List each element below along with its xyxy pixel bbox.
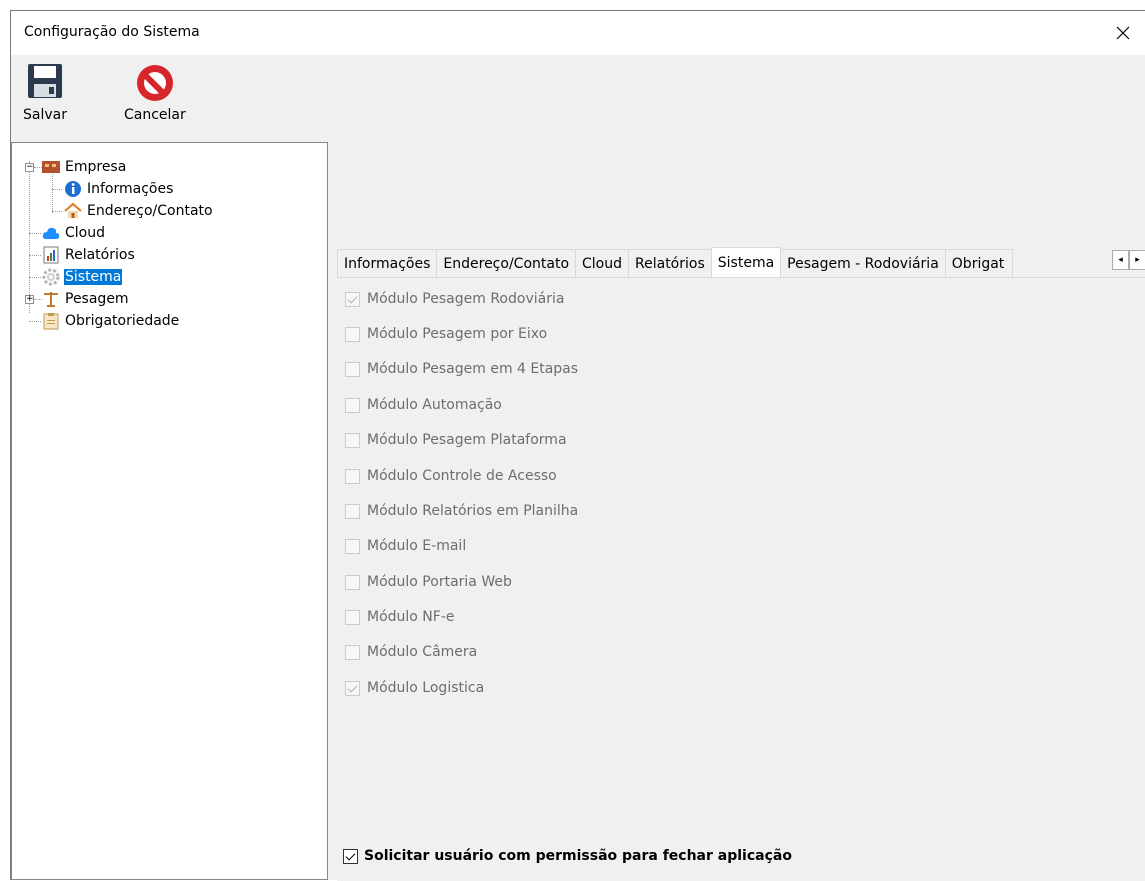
checkbox-box [345, 291, 360, 307]
checkbox-box [345, 609, 360, 625]
tab-scroll-buttons: ◂ ▸ [1112, 250, 1145, 270]
module-checkbox[interactable]: Módulo NF-e [345, 607, 455, 627]
tree-line [34, 167, 42, 168]
tree-item-cloud[interactable]: Cloud [42, 222, 106, 244]
module-checkbox[interactable]: Módulo Pesagem por Eixo [345, 324, 547, 344]
tree-line [29, 255, 41, 256]
checkbox-box [345, 680, 360, 696]
module-checkbox[interactable]: Módulo Câmera [345, 642, 477, 662]
checkbox-box [343, 848, 358, 864]
close-button[interactable] [1100, 11, 1145, 55]
module-checkbox[interactable]: Módulo Pesagem Plataforma [345, 430, 567, 450]
tab-scroll-left-button[interactable]: ◂ [1112, 250, 1129, 270]
checkbox-box [345, 644, 360, 660]
checkbox-box [345, 574, 360, 590]
scale-icon [42, 290, 60, 308]
gear-icon [42, 268, 60, 286]
checkbox-box [345, 326, 360, 342]
module-checkbox[interactable]: Módulo Automação [345, 395, 502, 415]
cloud-icon [42, 224, 60, 242]
clipboard-icon [42, 312, 60, 330]
tree-item-sistema[interactable]: Sistema [42, 266, 123, 288]
tree-item-obrigatoriedade[interactable]: Obrigatoriedade [42, 310, 180, 332]
toolbar: Salvar Cancelar [11, 55, 1145, 143]
sistema-tab-content: Módulo Pesagem Rodoviária Módulo Pesagem… [337, 277, 1145, 881]
module-checkbox[interactable]: Módulo Pesagem em 4 Etapas [345, 359, 578, 379]
tab-pesagem-rodoviaria[interactable]: Pesagem - Rodoviária [780, 249, 946, 277]
checkbox-box [345, 503, 360, 519]
save-label: Salvar [23, 107, 67, 123]
cancel-button[interactable]: Cancelar [124, 63, 186, 123]
tree-line [29, 277, 41, 278]
tree-line [34, 299, 42, 300]
save-button[interactable]: Salvar [23, 63, 67, 123]
tab-informacoes[interactable]: Informações [337, 249, 438, 277]
tree-line [29, 233, 41, 234]
module-checkbox[interactable]: Módulo Relatórios em Planilha [345, 501, 578, 521]
module-checkbox[interactable]: Módulo Portaria Web [345, 572, 512, 592]
report-icon [42, 246, 60, 264]
cancel-icon [136, 65, 173, 101]
tree-item-empresa[interactable]: Empresa [42, 156, 127, 178]
tree-item-endereco[interactable]: Endereço/Contato [64, 200, 214, 222]
close-permission-checkbox[interactable]: Solicitar usuário com permissão para fec… [343, 846, 792, 866]
title-bar: Configuração do Sistema [11, 11, 1145, 55]
tree-item-pesagem[interactable]: Pesagem [42, 288, 130, 310]
house-icon [64, 202, 82, 220]
floppy-disk-icon [27, 64, 62, 98]
window-title: Configuração do Sistema [24, 24, 200, 40]
config-window: Configuração do Sistema Salvar Cancelar [10, 10, 1145, 881]
expand-toggle[interactable]: + [25, 295, 34, 304]
tab-endereco-contato[interactable]: Endereço/Contato [436, 249, 577, 277]
tab-strip: Informações Endereço/Contato Cloud Relat… [337, 247, 1145, 277]
checkbox-box [345, 361, 360, 377]
tab-cloud[interactable]: Cloud [575, 249, 630, 277]
module-checkbox[interactable]: Módulo E-mail [345, 536, 466, 556]
close-icon [1116, 26, 1130, 40]
tab-relatorios[interactable]: Relatórios [628, 249, 712, 277]
collapse-toggle[interactable]: − [25, 163, 34, 172]
checkbox-box [345, 468, 360, 484]
company-icon [42, 158, 60, 176]
tab-scroll-right-button[interactable]: ▸ [1129, 250, 1145, 270]
tab-sistema[interactable]: Sistema [710, 247, 782, 277]
tree-line [52, 189, 62, 190]
checkbox-box [345, 538, 360, 554]
tree-line [29, 321, 41, 322]
tree-line [29, 161, 30, 313]
tree-item-informacoes[interactable]: Informações [64, 178, 174, 200]
info-icon [64, 180, 82, 198]
tree-line [52, 211, 62, 212]
checkbox-box [345, 397, 360, 413]
settings-tree: − + Empresa Informações Endereço/Contato… [11, 142, 328, 880]
tree-item-relatorios[interactable]: Relatórios [42, 244, 136, 266]
cancel-label: Cancelar [124, 107, 186, 123]
tab-obrigatoriedade[interactable]: Obrigat [944, 249, 1013, 277]
checkbox-box [345, 432, 360, 448]
module-checkbox[interactable]: Módulo Pesagem Rodoviária [345, 289, 564, 309]
module-checkbox[interactable]: Módulo Logistica [345, 678, 484, 698]
module-checkbox[interactable]: Módulo Controle de Acesso [345, 466, 557, 486]
settings-panel: Informações Endereço/Contato Cloud Relat… [329, 142, 1145, 881]
